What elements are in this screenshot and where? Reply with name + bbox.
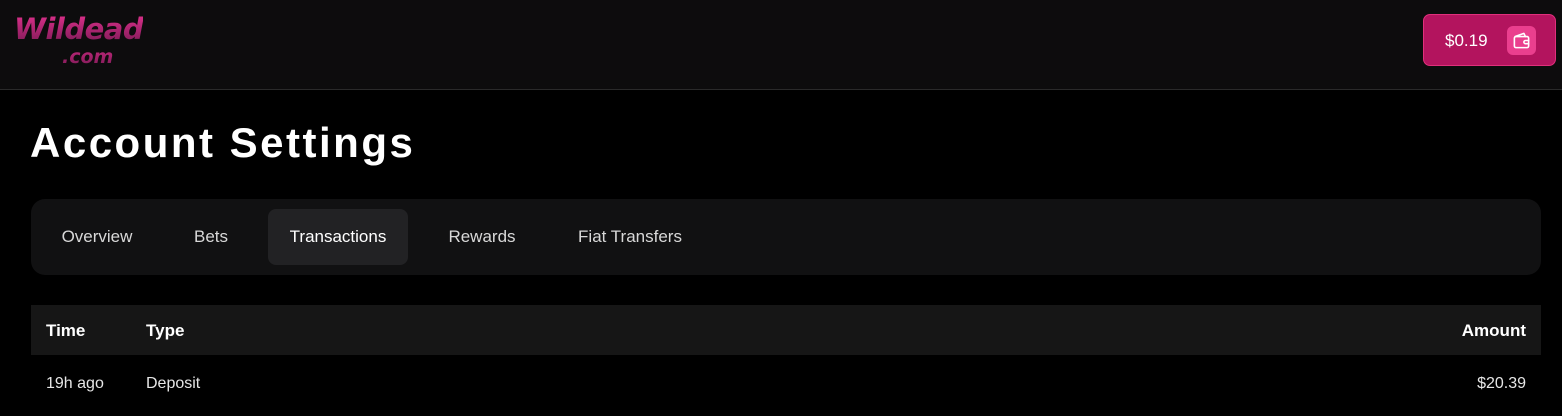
tab-rewards[interactable]: Rewards [429,209,535,265]
table-header: Time Type Amount [31,305,1541,355]
logo-text: Wildead [14,12,144,46]
wallet-icon [1507,26,1536,55]
page-title: Account Settings [30,119,416,166]
tab-overview[interactable]: Overview [43,209,151,265]
settings-tabs: Overview Bets Transactions Rewards Fiat … [31,199,1541,275]
column-header-amount: Amount [1461,321,1526,340]
column-header-time: Time [46,321,86,340]
row-time: 19h ago [46,375,104,392]
site-logo[interactable]: Wildead .com [14,12,144,68]
tab-bets[interactable]: Bets [171,209,251,265]
tab-fiat-transfers[interactable]: Fiat Transfers [561,209,699,265]
logo-domain: .com [62,46,114,68]
tab-transactions[interactable]: Transactions [268,209,408,265]
column-header-type: Type [146,321,185,340]
balance-amount: $0.19 [1445,31,1488,50]
top-bar: Wildead .com $0.19 [0,0,1562,90]
wallet-balance-button[interactable]: $0.19 [1423,14,1556,66]
row-amount: $20.39 [1477,375,1526,392]
row-type: Deposit [146,375,201,392]
table-row: 19h ago Deposit $20.39 [31,356,1541,412]
